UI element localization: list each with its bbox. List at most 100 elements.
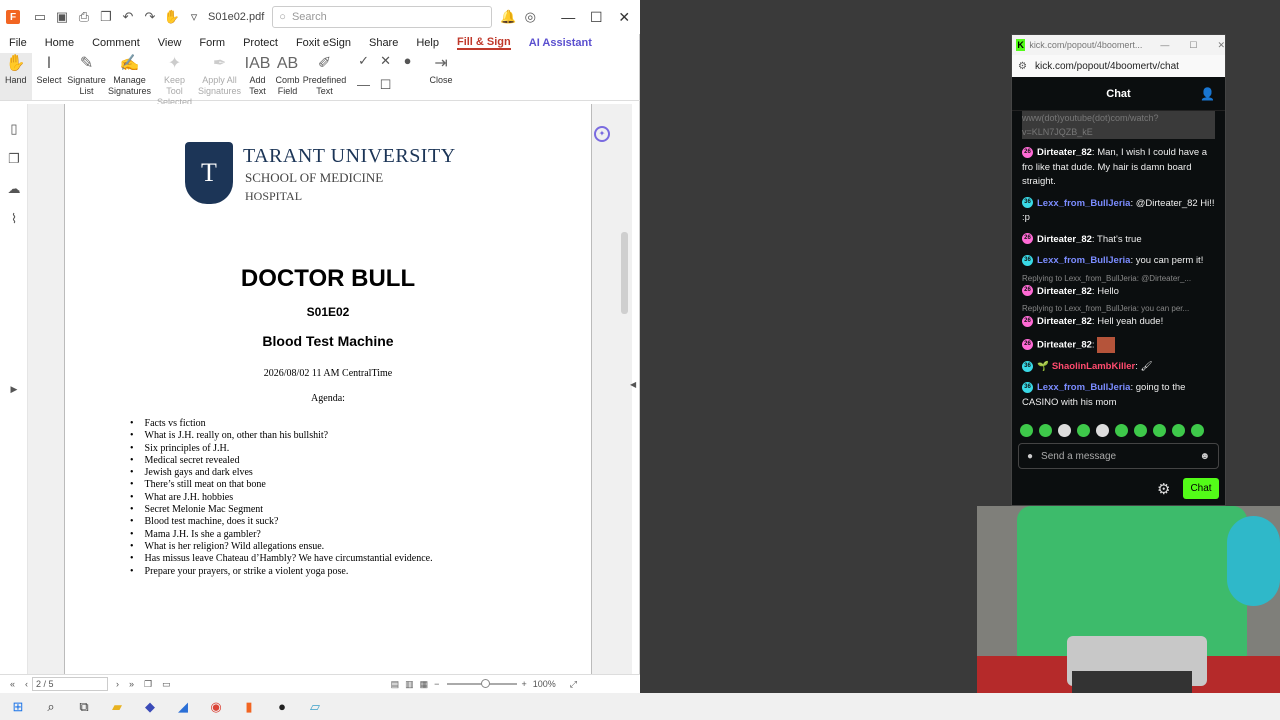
- next-page-icon[interactable]: ›: [116, 679, 119, 689]
- zoom-out-icon[interactable]: −: [434, 679, 439, 689]
- maximize-button[interactable]: ☐: [582, 9, 610, 26]
- minimize-button[interactable]: —: [554, 9, 582, 25]
- chat-username[interactable]: Dirteater_82: [1037, 234, 1092, 245]
- emote-icon[interactable]: [1058, 424, 1071, 437]
- app-icon[interactable]: ◢: [173, 697, 193, 717]
- zoom-slider-knob[interactable]: [481, 679, 491, 688]
- reply-context[interactable]: Replying to Lexx_from_BullJeria: you can…: [1022, 303, 1215, 315]
- close-fill-sign-button[interactable]: ⇥ Close: [425, 53, 458, 100]
- emote-icon[interactable]: [1191, 424, 1204, 437]
- chat-settings-icon[interactable]: ⚙: [1157, 480, 1170, 498]
- chat-username[interactable]: Dirteater_82: [1037, 316, 1092, 327]
- open-icon[interactable]: ▭: [30, 7, 50, 27]
- emote-icon[interactable]: [1172, 424, 1185, 437]
- add-text-button[interactable]: IAB Add Text: [243, 53, 273, 100]
- chat-username[interactable]: ShaolinLambKiller: [1052, 361, 1135, 372]
- chat-maximize-button[interactable]: ☐: [1189, 40, 1197, 51]
- chat-close-button[interactable]: ✕: [1217, 40, 1225, 51]
- emote-icon[interactable]: [1020, 424, 1033, 437]
- continuous-page-icon[interactable]: ▥: [405, 679, 414, 690]
- obs-icon[interactable]: ●: [272, 697, 292, 717]
- single-page-icon[interactable]: ▤: [391, 679, 400, 690]
- file-explorer-icon[interactable]: ▰: [107, 697, 127, 717]
- page-number-field[interactable]: 2 / 5: [32, 677, 109, 691]
- menu-comment[interactable]: Comment: [92, 37, 140, 49]
- chat-username[interactable]: Lexx_from_BullJeria: [1037, 382, 1130, 393]
- chat-message-input[interactable]: ● Send a message ☻: [1018, 443, 1219, 469]
- pages-icon[interactable]: ❐: [0, 144, 28, 174]
- emote-icon[interactable]: [1134, 424, 1147, 437]
- facing-page-icon[interactable]: ▦: [420, 679, 429, 690]
- keep-tool-selected-button[interactable]: ✦ Keep Tool Selected: [153, 53, 197, 107]
- chat-username[interactable]: Dirteater_82: [1037, 339, 1092, 350]
- chat-username[interactable]: Dirteater_82: [1037, 147, 1092, 158]
- hand-button[interactable]: ✋ Hand: [0, 53, 32, 100]
- vertical-scrollbar[interactable]: [621, 232, 628, 314]
- menu-fill-sign[interactable]: Fill & Sign: [456, 36, 511, 50]
- emoji-icon[interactable]: ☻: [1199, 451, 1210, 462]
- ai-helper-icon[interactable]: ✦: [594, 126, 610, 142]
- comments-icon[interactable]: ☁: [0, 174, 28, 204]
- cross-mark-icon[interactable]: ✕: [375, 53, 397, 77]
- redo-icon[interactable]: ↷: [140, 7, 160, 27]
- zoom-slider[interactable]: [447, 679, 518, 688]
- foxit-taskbar-icon[interactable]: ▮: [239, 697, 259, 717]
- check-mark-icon[interactable]: ✓: [353, 53, 375, 77]
- chat-username[interactable]: Dirteater_82: [1037, 286, 1092, 297]
- zoom-in-icon[interactable]: +: [521, 679, 526, 689]
- emote-icon[interactable]: [1153, 424, 1166, 437]
- menu-file[interactable]: File: [9, 37, 27, 49]
- address-bar[interactable]: ⚙ kick.com/popout/4boomertv/chat: [1012, 55, 1225, 77]
- menu-foxit-esign[interactable]: Foxit eSign: [296, 37, 351, 49]
- chat-minimize-button[interactable]: —: [1160, 40, 1169, 50]
- copy-icon[interactable]: ❐: [96, 7, 116, 27]
- reply-context[interactable]: Replying to Lexx_from_BullJeria: @Dirtea…: [1022, 273, 1215, 285]
- account-icon[interactable]: ◎: [520, 7, 540, 27]
- fullscreen-icon[interactable]: ⤢: [570, 679, 577, 690]
- chat-username[interactable]: Lexx_from_BullJeria: [1037, 198, 1130, 209]
- emote-icon[interactable]: [1077, 424, 1090, 437]
- last-page-icon[interactable]: »: [129, 679, 134, 689]
- print-icon[interactable]: ⎙: [74, 7, 94, 27]
- search-icon[interactable]: ⌕: [41, 697, 61, 717]
- first-page-icon[interactable]: «: [10, 679, 15, 689]
- chat-send-button[interactable]: Chat: [1183, 478, 1219, 499]
- expand-panel-icon[interactable]: ▶: [0, 374, 28, 404]
- predefined-text-button[interactable]: ✐ Predefined Text: [303, 53, 347, 100]
- bell-icon[interactable]: 🔔: [498, 7, 518, 27]
- select-button[interactable]: Ⅰ Select: [32, 53, 67, 100]
- prev-page-icon[interactable]: ‹: [25, 679, 28, 689]
- app-icon[interactable]: ◆: [140, 697, 160, 717]
- chrome-icon[interactable]: ◉: [206, 697, 226, 717]
- app-icon[interactable]: ▱: [305, 697, 325, 717]
- search-input[interactable]: ○ Search: [272, 6, 493, 28]
- menu-view[interactable]: View: [158, 37, 182, 49]
- user-list-icon[interactable]: 👤: [1200, 87, 1215, 101]
- close-window-button[interactable]: ✕: [610, 9, 638, 26]
- attachment-icon[interactable]: ⌇: [0, 204, 28, 234]
- menu-home[interactable]: Home: [45, 37, 74, 49]
- dot-icon[interactable]: ●: [397, 53, 419, 77]
- chat-username[interactable]: Lexx_from_BullJeria: [1037, 255, 1130, 266]
- menu-share[interactable]: Share: [369, 37, 398, 49]
- menu-protect[interactable]: Protect: [243, 37, 278, 49]
- page-view-icon[interactable]: ▭: [162, 679, 171, 690]
- save-icon[interactable]: ▣: [52, 7, 72, 27]
- signature-list-button[interactable]: ✎ Signature List: [67, 53, 107, 100]
- emote-picker-icon[interactable]: ●: [1027, 451, 1033, 462]
- zoom-level[interactable]: 100%: [533, 679, 556, 689]
- menu-ai-assistant[interactable]: AI Assistant: [529, 37, 592, 49]
- menu-help[interactable]: Help: [416, 37, 439, 49]
- hand-tool-icon[interactable]: ✋: [162, 7, 182, 27]
- windows-start-icon[interactable]: ⊞: [8, 697, 28, 717]
- collapse-right-panel-icon[interactable]: ◀: [630, 380, 636, 389]
- emote-icon[interactable]: [1096, 424, 1109, 437]
- undo-icon[interactable]: ↶: [118, 7, 138, 27]
- page-copy-icon[interactable]: ❐: [144, 679, 152, 690]
- apply-all-signatures-button[interactable]: ✒ Apply All Signatures: [197, 53, 243, 100]
- manage-signatures-button[interactable]: ✍ Manage Signatures: [107, 53, 153, 100]
- task-view-icon[interactable]: ⧉: [74, 697, 94, 717]
- emote-icon[interactable]: [1115, 424, 1128, 437]
- bookmark-icon[interactable]: ▯: [0, 114, 28, 144]
- comb-field-button[interactable]: AB Comb Field: [273, 53, 303, 100]
